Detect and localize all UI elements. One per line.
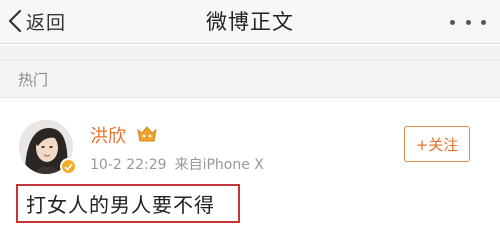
- page-title: 微博正文: [206, 10, 294, 34]
- post-meta: 10-2 22:29 来自iPhone X: [90, 154, 264, 174]
- back-button[interactable]: 返回: [8, 4, 66, 38]
- post-timestamp: 10-2 22:29: [90, 157, 167, 173]
- post-content: 打女人的男人要不得: [26, 193, 215, 217]
- post-source: 来自iPhone X: [174, 157, 264, 173]
- back-label: 返回: [26, 11, 67, 34]
- back-chevron-icon: [8, 9, 22, 33]
- more-dots-icon: [450, 19, 455, 25]
- divider-band: [0, 45, 500, 60]
- verified-badge-icon: [60, 158, 77, 175]
- follow-button[interactable]: +关注: [404, 126, 470, 162]
- vip-crown-icon: [137, 126, 157, 142]
- more-options-button[interactable]: [450, 10, 486, 34]
- post-content-highlight: 打女人的男人要不得: [16, 184, 240, 223]
- top-nav-bar: 返回 微博正文: [0, 0, 500, 44]
- more-dots-icon: [465, 19, 471, 25]
- more-dots-icon: [481, 19, 486, 25]
- section-header: 热门: [0, 60, 500, 98]
- weibo-post: 洪欣 10-2 22:29 来自iPhone X +关注 打女人的男人要不得: [0, 104, 500, 248]
- author-name[interactable]: 洪欣: [90, 122, 126, 148]
- section-label-hot: 热门: [18, 71, 49, 89]
